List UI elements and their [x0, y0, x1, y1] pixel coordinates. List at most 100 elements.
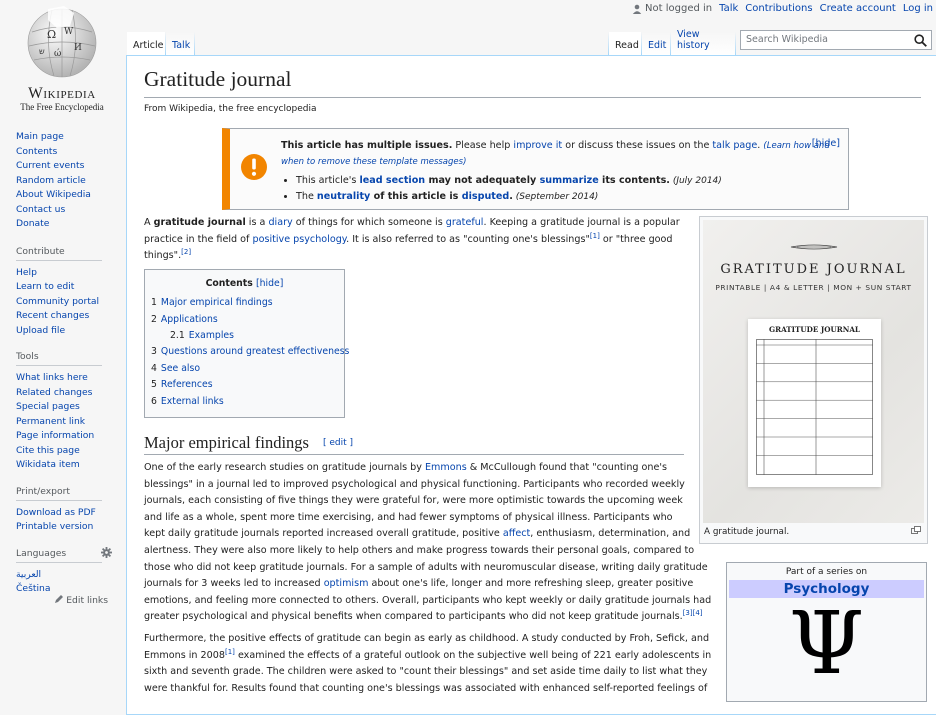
sidebar-help[interactable]: Help	[16, 266, 112, 281]
improve-link[interactable]: improve it	[513, 140, 562, 151]
toc-item[interactable]: 2 Applications	[151, 314, 218, 325]
image-subtitle: PRINTABLE | A4 & LETTER | MON + SUN STAR…	[715, 283, 912, 292]
sidebar-contact-us[interactable]: Contact us	[16, 203, 112, 218]
ambox-line: This article has multiple issues. Please…	[281, 138, 841, 170]
contribute-group: Contribute Help Learn to edit Community …	[16, 246, 112, 339]
text-line: blessings" in a journal led to improved …	[144, 478, 685, 490]
sidebar-upload-file[interactable]: Upload file	[16, 324, 112, 339]
toc-item[interactable]: 6 External links	[151, 396, 224, 407]
diary-link[interactable]: diary	[268, 217, 292, 228]
line-text: One of the early research studies on gra…	[144, 462, 425, 473]
svg-text:Ω: Ω	[47, 28, 56, 41]
personal-talk-link[interactable]: Talk	[719, 3, 738, 14]
issue1-text-b: may not adequately	[425, 175, 540, 186]
line-text: Emmons in 2008	[144, 649, 225, 661]
sidebar-recent-changes[interactable]: Recent changes	[16, 309, 112, 324]
search-input[interactable]: Search Wikipedia	[740, 30, 932, 50]
affect-link[interactable]: affect	[503, 528, 530, 539]
toc-item[interactable]: 1 Major empirical findings	[151, 297, 273, 308]
intro-text-a: A	[144, 217, 154, 228]
sidebar-main-page[interactable]: Main page	[16, 130, 112, 145]
toc-item[interactable]: 5 References	[151, 379, 213, 390]
sidebar-contents[interactable]: Contents	[16, 145, 112, 160]
warning-icon	[241, 154, 267, 180]
sidebar-what-links-here[interactable]: What links here	[16, 371, 112, 386]
disputed-link[interactable]: disputed	[462, 191, 510, 202]
sidebar-learn-to-edit[interactable]: Learn to edit	[16, 280, 112, 295]
search-icon[interactable]	[914, 34, 927, 47]
grateful-link[interactable]: grateful	[446, 217, 484, 228]
talk-page-link[interactable]: talk page	[712, 140, 757, 151]
optimism-link[interactable]: optimism	[324, 578, 369, 589]
sidebar-community-portal[interactable]: Community portal	[16, 295, 112, 310]
ref-2-link[interactable]: [2]	[181, 248, 191, 256]
section-edit-link[interactable]: [ edit ]	[323, 438, 353, 448]
languages-group: Languages العربية Čeština Edit links	[16, 546, 112, 606]
ambox-text: This article has multiple issues. Please…	[281, 138, 841, 205]
tab-edit[interactable]: Edit	[642, 32, 670, 55]
issue-item: This article's lead section may not adeq…	[296, 173, 841, 189]
sidebar-lang-arabic[interactable]: العربية	[16, 568, 112, 583]
wikipedia-logo[interactable]: Ω W И ώ ש Wikipedia The Free Encyclopedi…	[12, 4, 112, 112]
contributions-link[interactable]: Contributions	[745, 3, 812, 14]
emmons-link[interactable]: Emmons	[425, 462, 467, 473]
tab-read[interactable]: Read	[609, 32, 641, 55]
sidebar-page-information[interactable]: Page information	[16, 429, 112, 444]
tab-view-history[interactable]: View history	[671, 29, 735, 55]
psi-symbol: Ψ	[788, 594, 865, 694]
sidebar-current-events[interactable]: Current events	[16, 159, 112, 174]
sidebar-random-article[interactable]: Random article	[16, 174, 112, 189]
sidebar-cite-this-page[interactable]: Cite this page	[16, 444, 112, 459]
log-in-link[interactable]: Log in	[903, 3, 933, 14]
enlarge-icon[interactable]	[911, 526, 921, 534]
toc-item[interactable]: 3 Questions around greatest effectiveness	[151, 346, 349, 357]
issue1-text-a: This article's	[296, 175, 360, 186]
ambox-title: This article has multiple issues.	[281, 140, 453, 151]
tab-edit-label: Edit	[648, 40, 667, 51]
sidebar-wikidata-item[interactable]: Wikidata item	[16, 458, 112, 473]
navigation-group: Main page Contents Current events Random…	[16, 130, 112, 232]
intro-text-e: . It is also referred to as "counting on…	[346, 233, 590, 245]
toc-label: References	[160, 379, 213, 390]
text-line: journals for 3 weeks led to increased op…	[144, 576, 704, 593]
not-logged-in: Not logged in	[632, 3, 712, 14]
ref-3-4-link[interactable]: [3][4]	[683, 609, 703, 617]
issue2-text-b: of this article is	[370, 191, 462, 202]
tab-talk-label: Talk	[172, 40, 191, 51]
positive-psychology-link[interactable]: positive psychology	[252, 234, 346, 245]
ambox-hide-link[interactable]: [hide]	[812, 138, 840, 149]
edit-links-link[interactable]: Edit links	[66, 595, 108, 606]
toc-hide-link[interactable]: [hide]	[256, 278, 283, 289]
line-text: journals for 3 weeks led to increased	[144, 578, 324, 590]
tab-view-history-label: View history	[677, 29, 710, 51]
ref-1-link[interactable]: [1]	[590, 231, 600, 239]
sidebar-about-wikipedia[interactable]: About Wikipedia	[16, 188, 112, 203]
toc-num: 2.1	[170, 330, 185, 341]
toc-item[interactable]: 2.1 Examples	[170, 330, 234, 341]
print-heading: Print/export	[16, 486, 102, 501]
gear-icon[interactable]	[101, 546, 112, 558]
svg-text:ώ: ώ	[54, 48, 61, 59]
toc-item[interactable]: 4 See also	[151, 363, 200, 374]
gratitude-journal-image[interactable]: GRATITUDE JOURNAL PRINTABLE | A4 & LETTE…	[703, 220, 924, 523]
summarize-link[interactable]: summarize	[540, 175, 599, 186]
leaf-ornament-icon	[790, 244, 838, 250]
sidebar-donate[interactable]: Donate	[16, 217, 112, 232]
sidebar-printable-version[interactable]: Printable version	[16, 520, 112, 535]
issue2-text-a: The	[296, 191, 317, 202]
sidebar-special-pages[interactable]: Special pages	[16, 400, 112, 415]
text-line: were thankful for. Results found that co…	[144, 682, 708, 694]
ref-1-link[interactable]: [1]	[225, 647, 235, 655]
neutrality-link[interactable]: neutrality	[317, 191, 370, 202]
tools-heading: Tools	[16, 351, 102, 366]
tab-article[interactable]: Article	[127, 32, 165, 55]
line-text: about one's life, longer and more refres…	[368, 578, 694, 590]
tab-talk[interactable]: Talk	[166, 32, 194, 55]
create-account-link[interactable]: Create account	[820, 3, 896, 14]
lead-section-link[interactable]: lead section	[359, 175, 425, 186]
tools-group: Tools What links here Related changes Sp…	[16, 351, 112, 473]
sidebar-related-changes[interactable]: Related changes	[16, 386, 112, 401]
sidebar-download-pdf[interactable]: Download as PDF	[16, 506, 112, 521]
sidebar-permanent-link[interactable]: Permanent link	[16, 415, 112, 430]
text-line: One of the early research studies on gra…	[144, 460, 704, 477]
